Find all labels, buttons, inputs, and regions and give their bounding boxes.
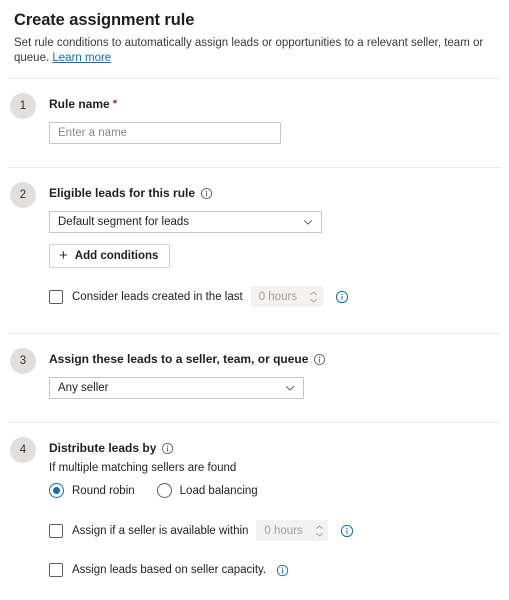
consider-leads-hours-value: 0 hours (258, 290, 298, 303)
radio-option-round-robin[interactable]: Round robin (49, 483, 135, 498)
seller-available-label: Assign if a seller is available within (72, 524, 249, 537)
consider-leads-created-row: Consider leads created in the last 0 hou… (49, 286, 495, 307)
seller-capacity-label: Assign leads based on seller capacity. (72, 564, 267, 576)
distribute-leads-label-text: Distribute leads by (49, 441, 157, 455)
distribute-helper-text: If multiple matching sellers are found (49, 462, 237, 474)
eligible-leads-dropdown-value: Default segment for leads (58, 216, 190, 228)
add-conditions-button[interactable]: + Add conditions (49, 244, 171, 268)
rule-name-label-text: Rule name (49, 97, 110, 111)
rule-name-label: Rule name * (49, 96, 495, 112)
create-assignment-rule-page: Create assignment rule Set rule conditio… (0, 0, 509, 577)
seller-available-checkbox[interactable] (49, 523, 63, 538)
distribute-radio-group: Round robin Load balancing (49, 483, 495, 498)
assign-to-label: Assign these leads to a seller, team, or… (49, 351, 495, 367)
round-robin-label: Round robin (72, 484, 135, 497)
section-distribute-leads: 4 Distribute leads by If multiple matchi… (0, 423, 509, 577)
seller-capacity-row: Assign leads based on seller capacity. (49, 563, 495, 577)
spinner-arrows-icon[interactable] (306, 287, 322, 306)
step-badge-3: 3 (10, 348, 36, 374)
page-header: Create assignment rule Set rule conditio… (0, 0, 509, 66)
seller-capacity-info-icon[interactable] (276, 564, 289, 577)
required-asterisk: * (112, 98, 117, 110)
add-conditions-label: Add conditions (74, 250, 159, 262)
assign-to-label-text: Assign these leads to a seller, team, or… (49, 352, 309, 366)
spinner-arrows-icon[interactable] (311, 521, 327, 540)
eligible-leads-label: Eligible leads for this rule (49, 185, 495, 201)
info-circle-icon (313, 353, 326, 366)
consider-leads-created-label: Consider leads created in the last (72, 290, 243, 303)
assign-to-dropdown-value: Any seller (58, 382, 109, 394)
seller-available-hours-value: 0 hours (264, 524, 303, 537)
plus-icon: + (59, 247, 68, 264)
page-subtitle: Set rule conditions to automatically ass… (14, 36, 495, 66)
seller-capacity-checkbox[interactable] (49, 563, 63, 577)
seller-available-row: Assign if a seller is available within 0… (49, 520, 495, 541)
seller-available-hours-stepper[interactable]: 0 hours (256, 520, 329, 541)
radio-option-load-balancing[interactable]: Load balancing (156, 483, 258, 498)
learn-more-link[interactable]: Learn more (52, 52, 111, 64)
consider-leads-hours-stepper[interactable]: 0 hours (250, 286, 323, 307)
consider-leads-created-checkbox[interactable] (49, 289, 63, 304)
chevron-down-icon (303, 220, 313, 225)
chevron-down-icon (285, 386, 295, 391)
step-badge-1: 1 (10, 93, 36, 119)
rule-name-input[interactable] (49, 122, 281, 144)
eligible-leads-label-text: Eligible leads for this rule (49, 186, 196, 200)
seller-available-info-icon[interactable] (340, 524, 354, 538)
load-balancing-radio[interactable] (156, 483, 172, 498)
info-circle-icon (161, 442, 174, 455)
distribute-leads-label: Distribute leads by (49, 440, 495, 456)
section-rule-name: 1 Rule name * (0, 79, 509, 144)
page-title: Create assignment rule (14, 11, 195, 29)
assign-to-dropdown[interactable]: Any seller (49, 377, 304, 399)
section-eligible-leads: 2 Eligible leads for this rule Default s… (0, 168, 509, 307)
consider-leads-info-icon[interactable] (335, 290, 349, 304)
round-robin-radio[interactable] (49, 483, 64, 498)
load-balancing-label: Load balancing (179, 484, 258, 497)
step-badge-4: 4 (10, 437, 36, 463)
step-badge-2: 2 (10, 182, 36, 208)
eligible-leads-dropdown[interactable]: Default segment for leads (49, 211, 322, 233)
info-circle-icon (200, 187, 213, 200)
section-assign-to: 3 Assign these leads to a seller, team, … (0, 334, 509, 399)
